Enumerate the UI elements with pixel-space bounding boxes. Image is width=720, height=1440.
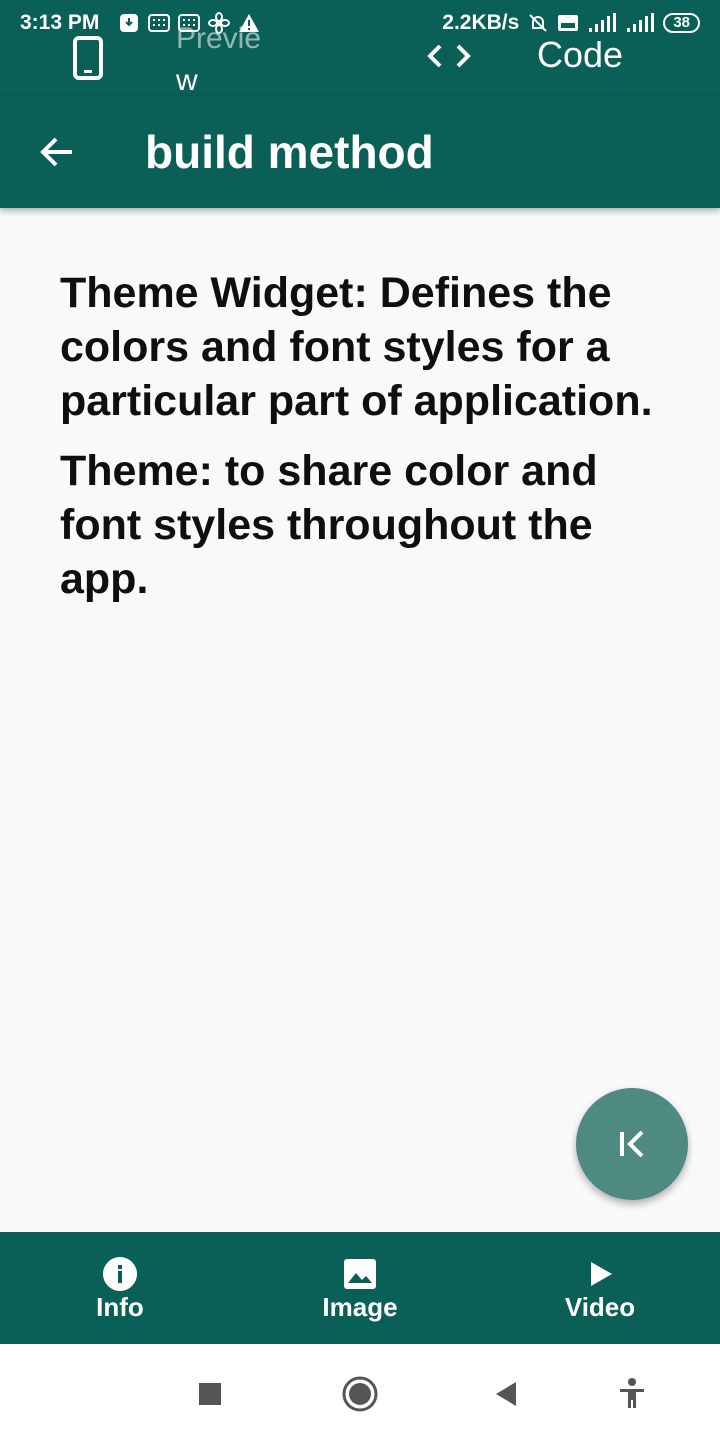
play-icon (591, 1262, 612, 1286)
bottom-nav: Info Image Video (0, 1232, 720, 1344)
tab-preview[interactable]: Previe w (176, 18, 286, 102)
nav-label-image: Image (322, 1292, 398, 1322)
recents-square-icon[interactable] (190, 1374, 230, 1414)
content-paragraph: Theme Widget: Defines the colors and fon… (60, 269, 653, 425)
content-paragraph: Theme: to share color and font styles th… (60, 447, 598, 603)
nav-label-info: Info (96, 1292, 144, 1322)
first-page-button[interactable] (576, 1088, 688, 1200)
code-icon[interactable] (426, 40, 472, 72)
nav-item-image[interactable]: Image (240, 1232, 480, 1344)
volte-icon (558, 15, 579, 31)
bell-off-icon (529, 14, 548, 32)
network-speed: 2.2KB/s (442, 11, 520, 34)
arrow-back-icon[interactable] (38, 133, 76, 171)
accessibility-icon[interactable] (612, 1374, 652, 1414)
nav-item-video[interactable]: Video (480, 1232, 720, 1344)
signal-4g-icon (589, 13, 617, 32)
content-body: Theme Widget: Defines the colors and fon… (60, 266, 670, 622)
image-icon (344, 1259, 376, 1289)
status-time: 3:13 PM (20, 11, 100, 34)
status-right: 2.2KB/s 38 (442, 11, 700, 35)
info-icon (103, 1257, 137, 1291)
nav-label-video: Video (564, 1292, 636, 1322)
first-page-icon (620, 1130, 644, 1158)
download-icon (120, 14, 138, 32)
top-strip: 3:13 PM 2.2KB/s 38 Previe w Code (0, 0, 720, 97)
keyboard-icon (148, 14, 170, 32)
page-title: build method (145, 126, 434, 178)
battery-indicator: 38 (663, 13, 700, 33)
tab-code-label[interactable]: Code (537, 34, 623, 76)
nav-item-info[interactable]: Info (0, 1232, 240, 1344)
system-nav-bar (0, 1344, 720, 1440)
back-triangle-icon[interactable] (486, 1374, 526, 1414)
signal-icon (627, 13, 655, 32)
tab-preview-label: Previe (176, 22, 262, 55)
phone-icon[interactable] (72, 36, 104, 80)
home-circle-icon[interactable] (340, 1374, 380, 1414)
